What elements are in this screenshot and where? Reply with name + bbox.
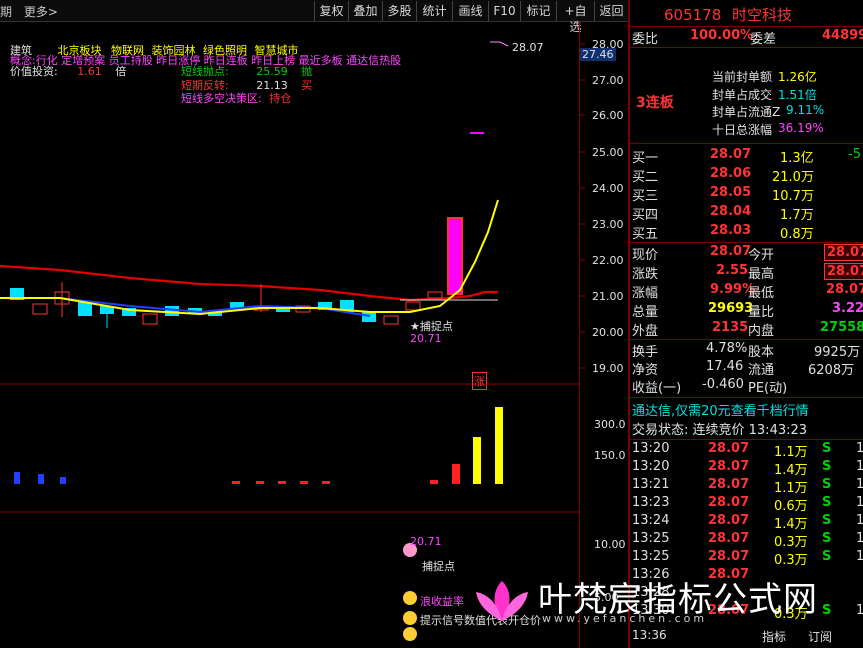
ma-red-line [0,264,498,302]
stock-name: 时空科技 [732,6,793,24]
seal-amount-row: 当前封单额 1.26亿 [712,70,817,84]
multi-stock-button[interactable]: 多股 [382,1,416,21]
low-catch-label: 捕捉点 [422,560,455,573]
price-axis-label: 27.00 [592,74,624,87]
value-investing: 价值投资: 1.61 倍 [10,63,126,79]
stats-row: 收益(一) -0.460 PE(动) [632,377,788,396]
value-number: 1.61 [77,65,102,78]
value-label: 价值投资: [10,65,58,78]
quote-panel: 605178 时空科技 委比 100.00% 委差 44899 3连板 当前封单… [630,0,863,648]
price-axis-label: 26.00 [592,109,624,122]
bid-row[interactable]: 买四 28.04 1.7万 [630,204,863,223]
lotus-logo-icon [476,581,528,621]
toolbar-left: 期 更多> [0,3,66,20]
quote-row: 现价 28.07 今开 28.07 [630,244,863,263]
low-axis-label: 10.00 [594,538,626,551]
price-axis-label: 22.00 [592,254,624,267]
seal-ratio-row: 封单占成交 1.51倍 [712,88,817,102]
watermark: 叶梵宸指标公式网 www.yefanchen.com [468,570,863,648]
tick-row: 13:25 28.07 0.3万 S 1 [632,549,863,568]
limit-up-tag: 涨 [472,372,487,390]
price-axis-label: 28.00 [592,38,624,51]
tick-row: 13:25 28.07 0.3万 S 1 [632,531,863,550]
watermark-url: www.yefanchen.com [542,612,708,625]
candle [427,291,443,299]
trade-status: 交易状态: 连续竞价 13:43:23 [632,423,808,438]
candle [383,315,399,325]
stock-code: 605178 [664,6,722,24]
price-axis-label: 20.00 [592,326,624,339]
price-axis-divider [579,22,580,648]
quote-row: 涨跌 2.55 最高 28.07 [630,263,863,282]
statistics-button[interactable]: 统计 [416,1,452,21]
candle [32,303,48,315]
mark-button[interactable]: 标记 [520,1,556,21]
value-unit: 倍 [115,65,127,78]
limit-up-candle [470,132,484,134]
tick-row: 13:20 28.07 1.4万 S 1 [632,459,863,478]
promo-link[interactable]: 通达信,仅需20元查看千档行情 [630,400,863,419]
tick-row: 13:20 28.07 1.1万 S 1 [632,441,863,460]
f10-button[interactable]: F10 [488,1,520,21]
ma-yellow-line [0,199,499,316]
stats-row: 净资 17.46 流通 6208万 [632,359,855,378]
bid-row[interactable]: 买二 28.06 21.0万 [630,166,863,185]
zone-label: 短线多空决策区: [181,92,262,105]
add-watchlist-button[interactable]: +自选 [556,1,594,34]
quote-row: 外盘 2135 内盘 27558 [632,320,863,339]
weibi-row: 委比 100.00% 委差 44899 [632,28,863,47]
top-price-label: 28.07 [512,41,544,54]
tick-row: 13:24 28.07 1.4万 S 1 [632,513,863,532]
return-rate-label: 浪收益率 [420,595,464,608]
short-reverse-action: 买 [301,79,313,92]
catch-point-value: 20.71 [410,332,442,345]
bid-row[interactable]: 买五 28.03 0.8万 [630,223,863,242]
decision-zone: 短线多空决策区: 持仓 [181,90,291,106]
tick-row: 13:23 28.07 0.6万 S 1 [632,495,863,514]
low-catch-value: 20.71 [410,535,442,548]
fuquan-button[interactable]: 复权 [314,1,348,21]
candle [142,313,158,325]
overlay-button[interactable]: 叠加 [348,1,382,21]
period-label[interactable]: 期 [0,5,12,19]
quote-row: 总量 29693 量比 3.22 [632,301,863,320]
volume-axis-label: 300.0 [594,418,626,431]
volume-bars [14,407,503,484]
chart-toolbar: 期 更多> 复权 叠加 多股 统计 画线 F10 标记 +自选 返回 [0,0,628,34]
price-axis-label: 24.00 [592,182,624,195]
price-axis-label: 23.00 [592,218,624,231]
back-button[interactable]: 返回 [594,1,628,21]
volume-axis-label: 150.0 [594,449,626,462]
seal-float-row: 封单占流通Z 9.11% [712,103,825,119]
zone-value: 持仓 [269,92,292,105]
stats-row: 换手 4.78% 股本 9925万 [632,341,861,360]
candles [10,132,484,328]
kline-chart[interactable] [0,22,628,648]
candle [362,312,376,322]
limit-up-candle [447,217,463,295]
more-menu[interactable]: 更多> [24,5,58,19]
quote-row: 涨幅 9.99% 最低 28.07 [632,282,863,301]
price-axis-label: 19.00 [592,362,624,375]
bid-row[interactable]: 买一 28.07 1.3亿 -5 [630,147,863,166]
signal-icons [403,543,417,641]
price-axis-label: 25.00 [592,146,624,159]
ten-day-row: 十日总涨幅 36.19% [712,121,824,137]
tick-row: 13:21 28.07 1.1万 S 1 [632,477,863,496]
draw-line-button[interactable]: 画线 [452,1,488,21]
stock-title: 605178 时空科技 [664,4,792,25]
bid-row[interactable]: 买三 28.05 10.7万 [630,185,863,204]
price-axis-label: 21.00 [592,290,624,303]
candle [405,301,421,311]
